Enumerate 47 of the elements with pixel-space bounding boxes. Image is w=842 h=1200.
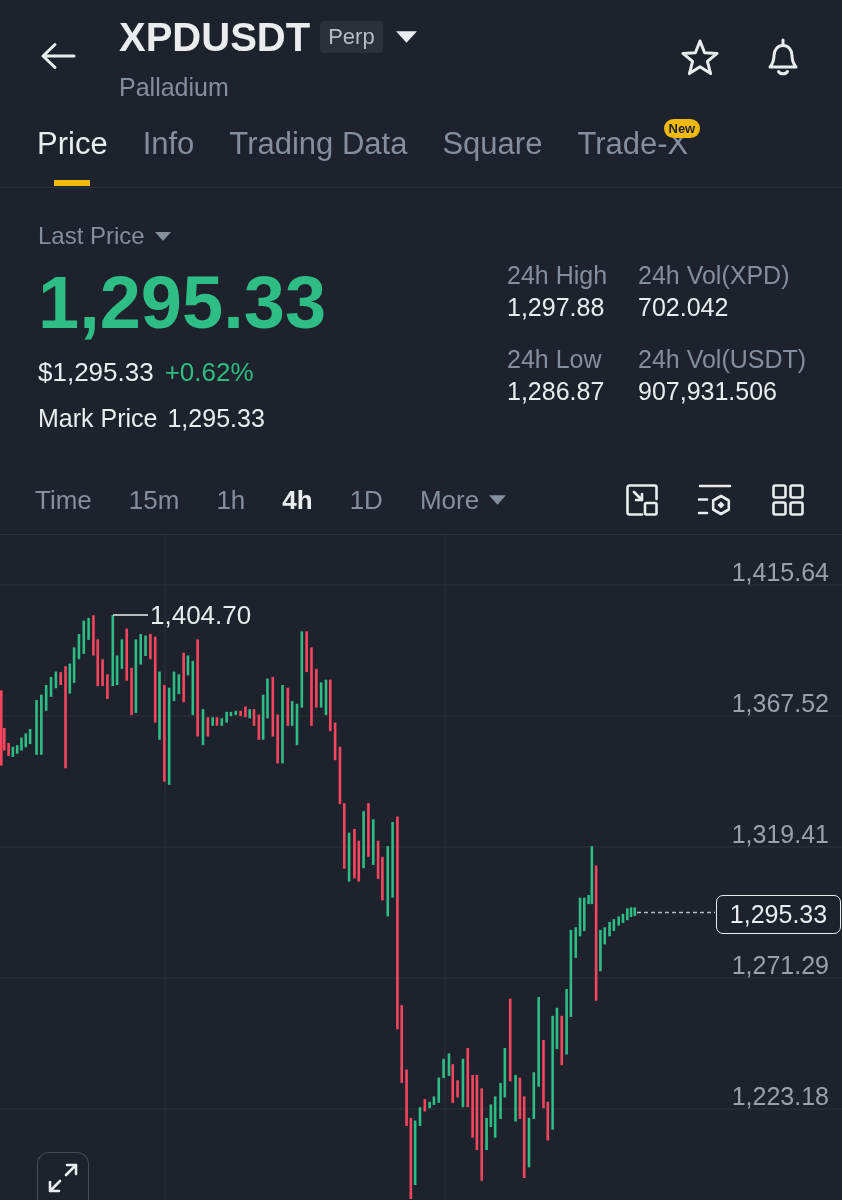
stat-label: 24h Vol(XPD) bbox=[638, 260, 791, 290]
high-price-label: 1,404.70 bbox=[150, 600, 252, 630]
price-axis-label: 1,319.41 bbox=[731, 821, 829, 847]
stat-value: 1,286.87 bbox=[507, 376, 606, 406]
tab[interactable]: Trading Data bbox=[229, 110, 408, 187]
price-change: +0.62% bbox=[164, 357, 254, 387]
selected-tab-underline bbox=[54, 180, 91, 186]
caret-icon bbox=[489, 495, 507, 505]
star-icon[interactable] bbox=[680, 38, 720, 76]
tab[interactable]: Info bbox=[142, 110, 195, 187]
frame-arrow-icon[interactable] bbox=[626, 484, 658, 516]
tab[interactable]: Square bbox=[442, 110, 543, 187]
price-axis-label: 1,367.52 bbox=[731, 690, 829, 716]
price-axis-label: 1,271.29 bbox=[731, 952, 829, 978]
interval-tab[interactable]: Time bbox=[35, 485, 92, 515]
interval-tab[interactable]: 1h bbox=[216, 485, 246, 515]
caret-icon[interactable] bbox=[395, 31, 417, 43]
interval-tab[interactable]: 1D bbox=[349, 485, 383, 515]
price-axis-label: 1,223.18 bbox=[731, 1083, 829, 1109]
asset-name: Palladium bbox=[119, 72, 230, 102]
lines-hexagon-icon[interactable] bbox=[697, 484, 733, 516]
expand-icon bbox=[48, 1163, 78, 1193]
stat-label: 24h Low bbox=[507, 344, 603, 374]
back-arrow-icon[interactable] bbox=[40, 42, 76, 70]
caret-icon bbox=[154, 231, 171, 241]
mark-price-label: Mark Price bbox=[38, 403, 158, 433]
more-intervals-button[interactable]: More bbox=[419, 485, 507, 515]
interval-tab[interactable]: 15m bbox=[128, 485, 180, 515]
stat-value: 1,297.88 bbox=[507, 292, 606, 322]
stat-value: 907,931.506 bbox=[638, 376, 779, 406]
interval-tab[interactable]: 4h bbox=[282, 485, 313, 515]
stat-label: 24h Vol(USDT) bbox=[638, 344, 807, 374]
expand-chart-button[interactable] bbox=[37, 1152, 89, 1200]
mark-price-value: 1,295.33 bbox=[167, 403, 265, 433]
new-badge: New bbox=[663, 119, 701, 138]
symbol-title: XPDUSDT bbox=[119, 17, 311, 57]
last-price: 1,295.33 bbox=[38, 263, 327, 343]
high-price-leader-line bbox=[112, 614, 149, 616]
tab[interactable]: Price bbox=[37, 110, 108, 187]
current-price-tag: 1,295.33 bbox=[716, 895, 841, 934]
stat-label: 24h High bbox=[507, 260, 609, 290]
price-axis-label: 1,415.64 bbox=[731, 559, 829, 585]
price-type-selector[interactable]: Last Price bbox=[38, 222, 171, 250]
grid-icon[interactable] bbox=[772, 484, 804, 516]
usd-price: $1,295.33 bbox=[38, 357, 154, 387]
stat-value: 702.042 bbox=[638, 292, 730, 322]
contract-type-badge: Perp bbox=[320, 21, 383, 53]
